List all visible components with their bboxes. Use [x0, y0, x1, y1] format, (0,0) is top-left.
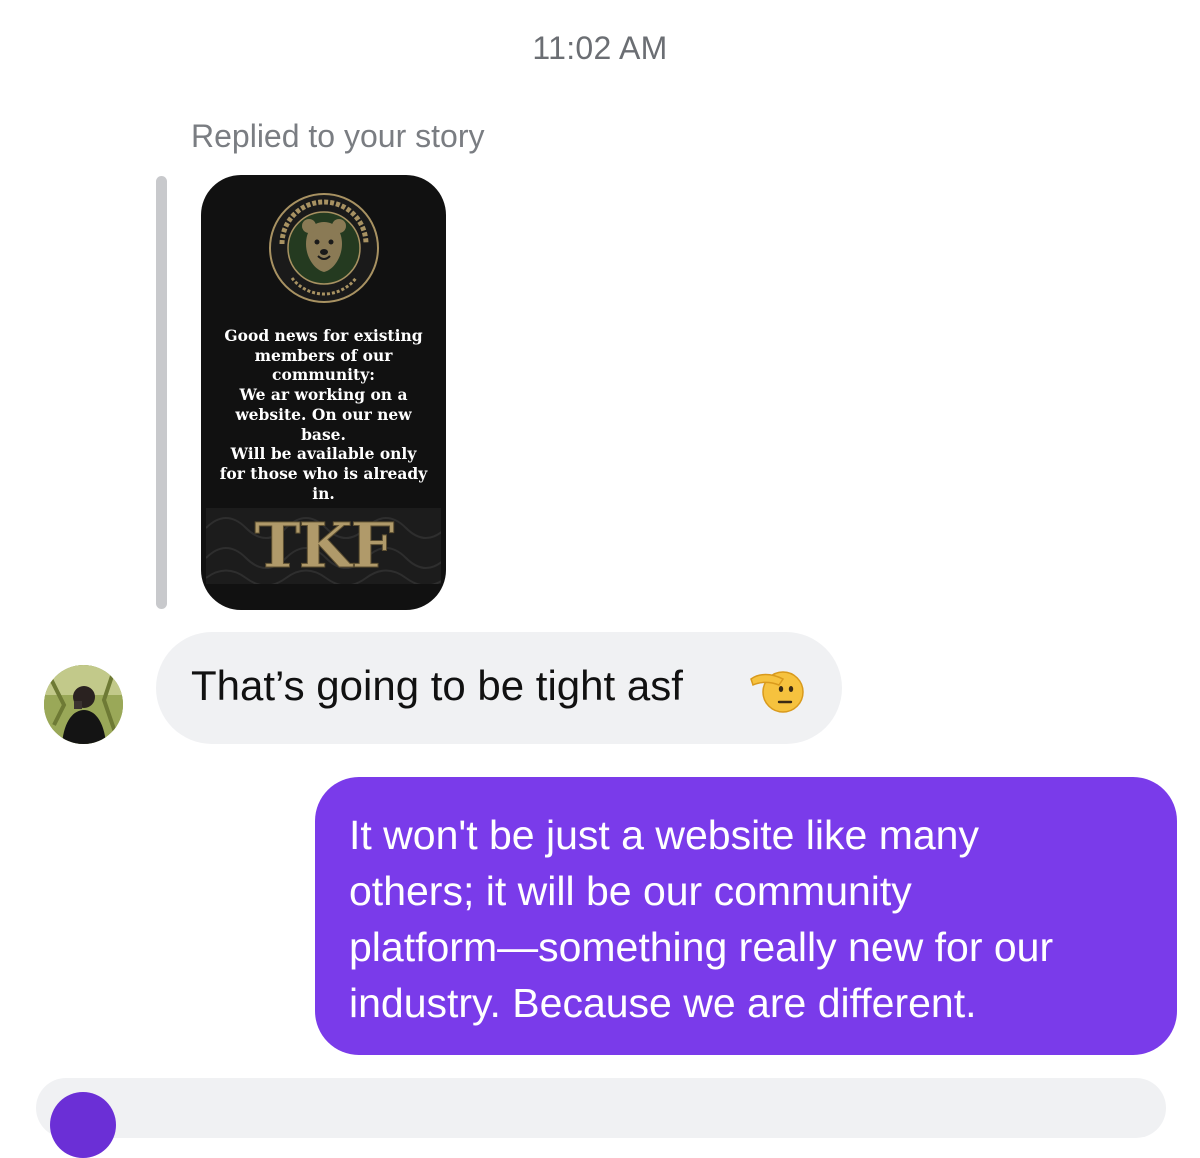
bear-badge-logo	[269, 193, 379, 303]
outgoing-message-text: It won't be just a website like many oth…	[349, 812, 1054, 1026]
story-caption: Good news for existing members of our co…	[219, 326, 428, 503]
story-reply-label: Replied to your story	[191, 118, 485, 154]
story-footer-banner: TKF	[206, 508, 441, 584]
next-message-bubble-partial[interactable]	[36, 1078, 1166, 1138]
next-message-avatar-partial	[50, 1092, 116, 1158]
message-timestamp: 11:02 AM	[532, 30, 668, 66]
outgoing-message-bubble[interactable]: It won't be just a website like many oth…	[315, 777, 1177, 1055]
tkf-monogram: TKF	[254, 509, 395, 582]
incoming-message-text: That’s going to be tight asf	[191, 662, 683, 709]
saluting-face-icon	[750, 671, 804, 713]
avatar-photo	[44, 665, 123, 744]
sender-avatar[interactable]	[44, 665, 123, 744]
incoming-message-bubble[interactable]: That’s going to be tight asf	[156, 632, 842, 744]
reply-indicator-bar	[156, 176, 167, 609]
story-preview[interactable]: Good news for existing members of our co…	[201, 175, 446, 610]
